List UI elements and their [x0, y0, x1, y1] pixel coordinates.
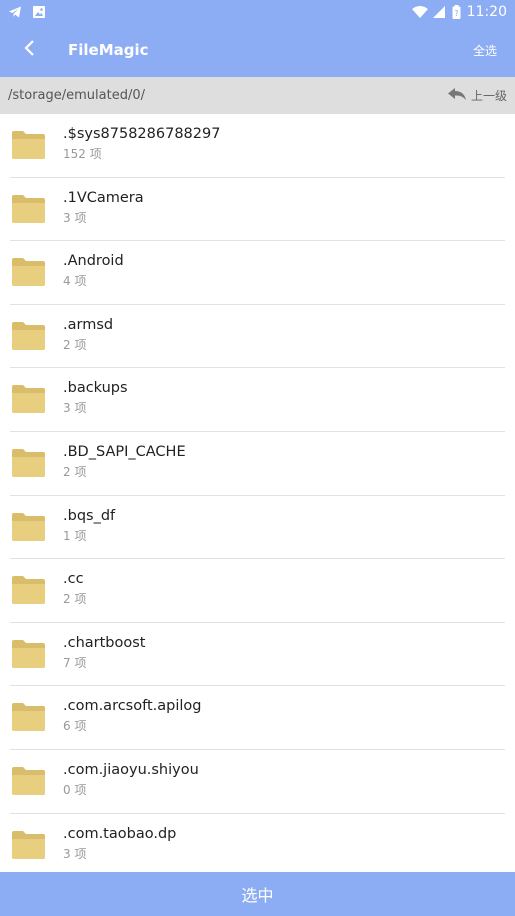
file-item-count: 152 项 — [63, 147, 102, 161]
file-name: .backups — [63, 380, 128, 397]
file-item-count: 2 项 — [63, 337, 87, 352]
file-row[interactable]: .Android 4 项 — [0, 241, 515, 305]
select-all-button[interactable]: 全选 — [473, 42, 497, 59]
file-row[interactable]: .com.taobao.dp 3 项 — [0, 814, 515, 872]
file-row[interactable]: .com.jiaoyu.shiyou 0 项 — [0, 750, 515, 814]
file-row[interactable]: .1VCamera 3 项 — [0, 178, 515, 242]
up-level-button[interactable]: 上一级 — [447, 87, 507, 104]
file-name: .1VCamera — [63, 189, 144, 206]
up-level-label: 上一级 — [470, 89, 507, 103]
file-row[interactable]: .backups 3 项 — [0, 368, 515, 432]
file-name: .Android — [63, 253, 124, 270]
app-title: FileMagic — [68, 41, 149, 59]
folder-icon — [12, 131, 45, 159]
folder-icon — [12, 512, 45, 541]
folder-icon — [12, 385, 45, 414]
file-item-count: 0 项 — [63, 782, 87, 797]
file-row[interactable]: .armsd 2 项 — [0, 305, 515, 369]
file-row[interactable]: .cc 2 项 — [0, 559, 515, 623]
file-name: .armsd — [63, 316, 114, 333]
file-name: .$sys8758286788297 — [63, 126, 221, 142]
file-list[interactable]: .$sys8758286788297 152 项 .1VCamera 3 项 .Andr… — [0, 114, 515, 872]
folder-icon — [12, 576, 45, 605]
file-item-count: 4 项 — [63, 274, 87, 289]
file-item-count: 3 项 — [63, 210, 87, 225]
file-item-count: 7 项 — [63, 655, 87, 670]
file-name: .chartboost — [63, 634, 146, 651]
file-item-count: 1 项 — [63, 528, 87, 543]
folder-icon — [12, 830, 45, 859]
folder-icon — [12, 321, 45, 350]
file-name: .com.jiaoyu.shiyou — [63, 761, 199, 778]
folder-icon — [12, 766, 45, 795]
file-row[interactable]: .bqs_df 1 项 — [0, 496, 515, 560]
file-row[interactable]: .chartboost 7 项 — [0, 623, 515, 687]
svg-text:?: ? — [454, 9, 458, 18]
file-row[interactable]: .com.arcsoft.apilog 6 项 — [0, 686, 515, 750]
folder-icon — [12, 194, 45, 223]
file-row[interactable]: .$sys8758286788297 152 项 — [0, 114, 515, 178]
file-name: .com.taobao.dp — [63, 825, 177, 842]
file-item-count: 3 项 — [63, 401, 87, 416]
file-name: .com.arcsoft.apilog — [63, 698, 202, 715]
status-time: 11:20 — [466, 3, 507, 20]
file-name: .BD_SAPI_CACHE — [63, 443, 186, 460]
telegram-icon — [8, 5, 22, 19]
signal-icon — [432, 5, 446, 19]
select-confirm-button[interactable]: 选中 — [0, 872, 515, 916]
file-item-count: 2 项 — [63, 464, 87, 479]
file-name: .bqs_df — [63, 507, 116, 524]
status-bar: ? 11:20 — [0, 0, 515, 23]
file-name: .cc — [63, 571, 84, 588]
back-button[interactable] — [0, 23, 60, 77]
select-confirm-label: 选中 — [241, 886, 274, 905]
folder-icon — [12, 639, 45, 668]
current-path: /storage/emulated/0/ — [8, 88, 146, 103]
reply-arrow-icon — [447, 87, 467, 104]
wifi-icon — [411, 5, 428, 19]
folder-icon — [12, 448, 45, 477]
path-bar: /storage/emulated/0/ 上一级 — [0, 77, 515, 114]
folder-icon — [12, 258, 45, 287]
file-row[interactable]: .BD_SAPI_CACHE 2 项 — [0, 432, 515, 496]
folder-icon — [12, 703, 45, 732]
battery-icon: ? — [452, 4, 461, 19]
image-icon — [32, 5, 46, 19]
chevron-left-icon — [23, 39, 37, 61]
file-item-count: 2 项 — [63, 592, 87, 607]
file-item-count: 6 项 — [63, 719, 87, 734]
file-item-count: 3 项 — [63, 846, 87, 861]
app-bar: FileMagic 全选 — [0, 23, 515, 77]
